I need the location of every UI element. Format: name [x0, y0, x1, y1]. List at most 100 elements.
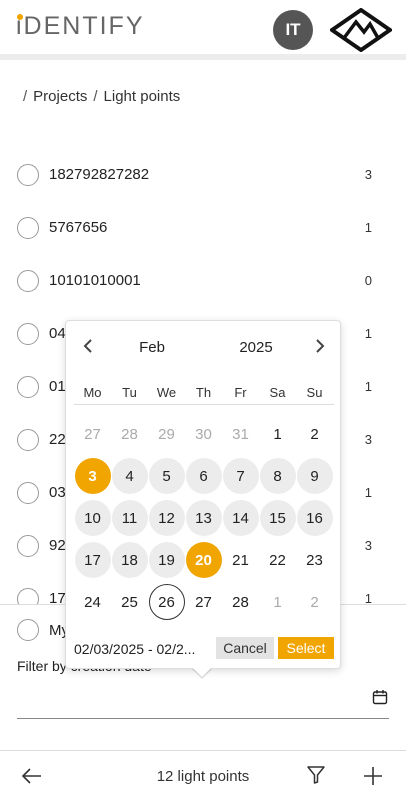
day-number: 26	[148, 584, 185, 620]
weekday-label: Tu	[122, 385, 137, 400]
app-logo: iDENTIFY	[16, 12, 145, 40]
weekday-label: Th	[195, 385, 212, 400]
day-number: 15	[259, 500, 296, 536]
day-cell[interactable]: 14	[222, 497, 259, 539]
list-item-label: 03	[49, 484, 66, 501]
user-avatar[interactable]: IT	[273, 10, 313, 50]
breadcrumb-separator: /	[23, 88, 28, 105]
day-cell[interactable]: 26	[148, 581, 185, 623]
calendar-icon[interactable]	[372, 689, 388, 705]
day-number: 30	[195, 425, 212, 443]
list-item-count: 1	[364, 220, 372, 235]
date-input-underline[interactable]	[17, 718, 389, 719]
list-item-label: 22	[49, 431, 66, 448]
day-cell[interactable]: 17	[74, 539, 111, 581]
list-item-count: 3	[364, 167, 372, 182]
weekday-header: Mo Tu We Th Fr Sa Su	[74, 385, 334, 405]
day-number: 28	[232, 593, 249, 611]
radio-button[interactable]	[17, 534, 39, 557]
day-cell[interactable]: 28	[222, 581, 259, 623]
app-header: iDENTIFY IT	[0, 0, 406, 60]
day-number: 13	[185, 500, 222, 536]
day-cell[interactable]: 23	[296, 539, 333, 581]
list-item-label: 01	[49, 378, 66, 395]
select-button[interactable]: Select	[278, 637, 334, 659]
day-cell[interactable]: 24	[74, 581, 111, 623]
breadcrumb-light-points: Light points	[103, 88, 181, 105]
cancel-button[interactable]: Cancel	[216, 637, 274, 659]
day-number: 21	[232, 551, 249, 569]
weekday-label: Sa	[269, 385, 286, 400]
picker-year[interactable]: 2025	[226, 339, 286, 356]
chevron-left-icon[interactable]	[80, 337, 96, 355]
day-number: 14	[222, 500, 259, 536]
day-cell[interactable]: 16	[296, 497, 333, 539]
day-cell[interactable]: 22	[259, 539, 296, 581]
chevron-right-icon[interactable]	[312, 337, 328, 355]
add-icon[interactable]	[362, 765, 384, 787]
day-cell[interactable]: 1	[259, 413, 296, 455]
day-cell[interactable]: 27	[185, 581, 222, 623]
day-cell[interactable]: 10	[74, 497, 111, 539]
weekday-label: Su	[306, 385, 323, 400]
day-cell[interactable]: 15	[259, 497, 296, 539]
day-cell[interactable]: 5	[148, 455, 185, 497]
day-number: 29	[158, 425, 175, 443]
day-cell[interactable]: 13	[185, 497, 222, 539]
day-cell[interactable]: 9	[296, 455, 333, 497]
day-cell[interactable]: 6	[185, 455, 222, 497]
day-cell[interactable]: 25	[111, 581, 148, 623]
day-number: 28	[121, 425, 138, 443]
day-number: 1	[273, 593, 282, 611]
day-cell[interactable]: 21	[222, 539, 259, 581]
breadcrumb-projects[interactable]: Projects	[33, 88, 87, 105]
picker-month[interactable]: Feb	[126, 339, 178, 356]
radio-button[interactable]	[17, 163, 39, 186]
list-item[interactable]: 10101010001 0	[0, 254, 406, 307]
day-number: 22	[269, 551, 286, 569]
list-item-label: 5767656	[49, 219, 108, 236]
day-cell[interactable]: 11	[111, 497, 148, 539]
breadcrumb-separator: /	[93, 88, 98, 105]
day-number: 27	[195, 593, 212, 611]
day-cell[interactable]: 19	[148, 539, 185, 581]
radio-button[interactable]	[17, 322, 39, 345]
day-cell[interactable]: 7	[222, 455, 259, 497]
day-number: 3	[74, 458, 111, 494]
radio-button[interactable]	[17, 269, 39, 292]
picker-actions: 02/03/2025 - 02/2... Cancel Select	[66, 635, 342, 665]
picker-tail	[193, 668, 211, 677]
day-number: 5	[148, 458, 185, 494]
day-number: 6	[185, 458, 222, 494]
radio-button[interactable]	[17, 375, 39, 398]
day-cell: 2	[296, 581, 333, 623]
radio-button[interactable]	[17, 619, 39, 641]
list-item-count: 1	[364, 326, 372, 341]
day-cell[interactable]: 20	[185, 539, 222, 581]
day-cell: 27	[74, 413, 111, 455]
radio-button[interactable]	[17, 481, 39, 504]
radio-button[interactable]	[17, 216, 39, 239]
radio-button[interactable]	[17, 428, 39, 451]
light-points-count: 12 light points	[156, 768, 250, 785]
day-cell[interactable]: 8	[259, 455, 296, 497]
selected-range-text: 02/03/2025 - 02/2...	[74, 641, 196, 657]
list-item[interactable]: 5767656 1	[0, 201, 406, 254]
list-item[interactable]: 182792827282 3	[0, 148, 406, 201]
day-cell[interactable]: 18	[111, 539, 148, 581]
logo-dot	[17, 14, 23, 20]
filter-icon[interactable]	[306, 765, 326, 785]
weekday-label: We	[156, 385, 177, 400]
date-range-picker: Feb 2025 Mo Tu We Th Fr Sa Su 27 28 29 30 31…	[65, 320, 341, 669]
list-item-count: 3	[364, 432, 372, 447]
day-number: 23	[306, 551, 323, 569]
day-number: 19	[148, 542, 185, 578]
day-cell: 28	[111, 413, 148, 455]
day-number: 12	[148, 500, 185, 536]
day-number: 9	[296, 458, 333, 494]
day-cell[interactable]: 12	[148, 497, 185, 539]
day-number: 1	[273, 425, 282, 443]
day-cell[interactable]: 2	[296, 413, 333, 455]
day-cell[interactable]: 4	[111, 455, 148, 497]
day-cell[interactable]: 3	[74, 455, 111, 497]
